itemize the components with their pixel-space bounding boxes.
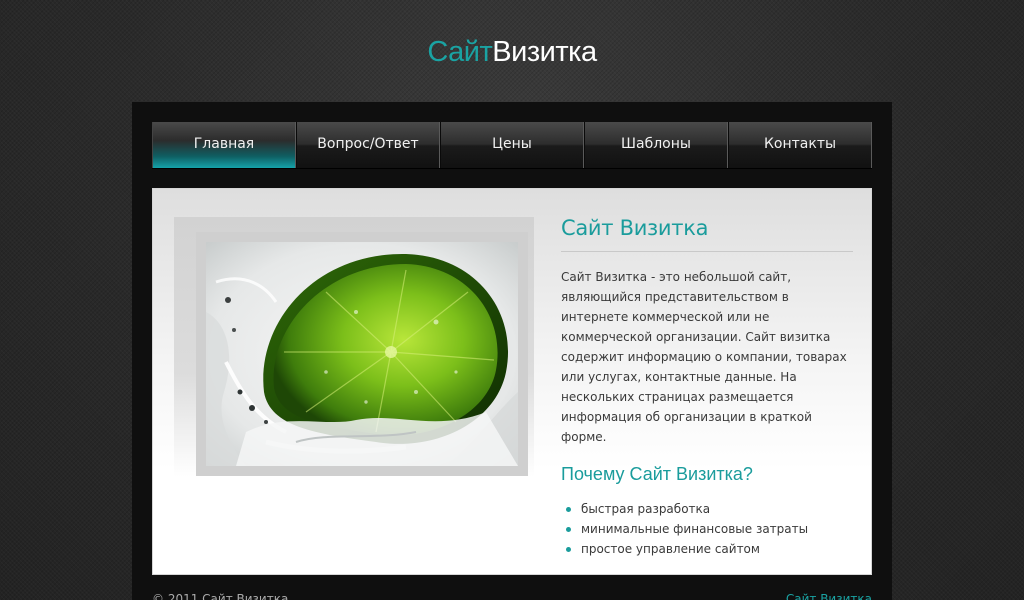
- text-column: Сайт Визитка Сайт Визитка - это небольшо…: [561, 213, 853, 559]
- page-wrapper: Главная Вопрос/Ответ Цены Шаблоны Контак…: [132, 102, 892, 600]
- site-logo[interactable]: СайтВизитка: [0, 34, 1024, 70]
- copyright-text: © 2011 Сайт Визитка: [152, 592, 289, 600]
- logo-text-primary: Сайт: [427, 36, 493, 68]
- list-item-text: простое управление сайтом: [581, 542, 760, 556]
- nav-item-contacts[interactable]: Контакты: [728, 122, 872, 168]
- footer: © 2011 Сайт Визитка Сайт Визитка: [152, 590, 872, 600]
- nav-item-home[interactable]: Главная: [152, 122, 296, 168]
- bullet-icon: [566, 547, 571, 552]
- section-heading: Почему Сайт Визитка?: [561, 464, 753, 484]
- image-border: [196, 232, 528, 476]
- main-navigation: Главная Вопрос/Ответ Цены Шаблоны Контак…: [152, 122, 872, 168]
- list-item: простое управление сайтом: [561, 539, 853, 559]
- nav-item-templates[interactable]: Шаблоны: [584, 122, 728, 168]
- footer-site-link[interactable]: Сайт Визитка: [786, 592, 872, 600]
- logo-text-secondary: Визитка: [492, 36, 597, 68]
- lime-photo: [206, 242, 518, 466]
- page-title: Сайт Визитка: [561, 216, 709, 240]
- image-frame: [174, 217, 534, 477]
- title-divider: [561, 251, 853, 252]
- list-item-text: минимальные финансовые затраты: [581, 522, 809, 536]
- benefits-list: быстрая разработка минимальные финансовы…: [561, 499, 853, 559]
- intro-paragraph: Сайт Визитка - это небольшой сайт, являю…: [561, 270, 847, 444]
- bullet-icon: [566, 507, 571, 512]
- list-item: быстрая разработка: [561, 499, 853, 519]
- content-panel: Сайт Визитка Сайт Визитка - это небольшо…: [152, 188, 872, 575]
- nav-item-prices[interactable]: Цены: [440, 122, 584, 168]
- list-item-text: быстрая разработка: [581, 502, 711, 516]
- list-item: минимальные финансовые затраты: [561, 519, 853, 539]
- nav-item-faq[interactable]: Вопрос/Ответ: [296, 122, 440, 168]
- bullet-icon: [566, 527, 571, 532]
